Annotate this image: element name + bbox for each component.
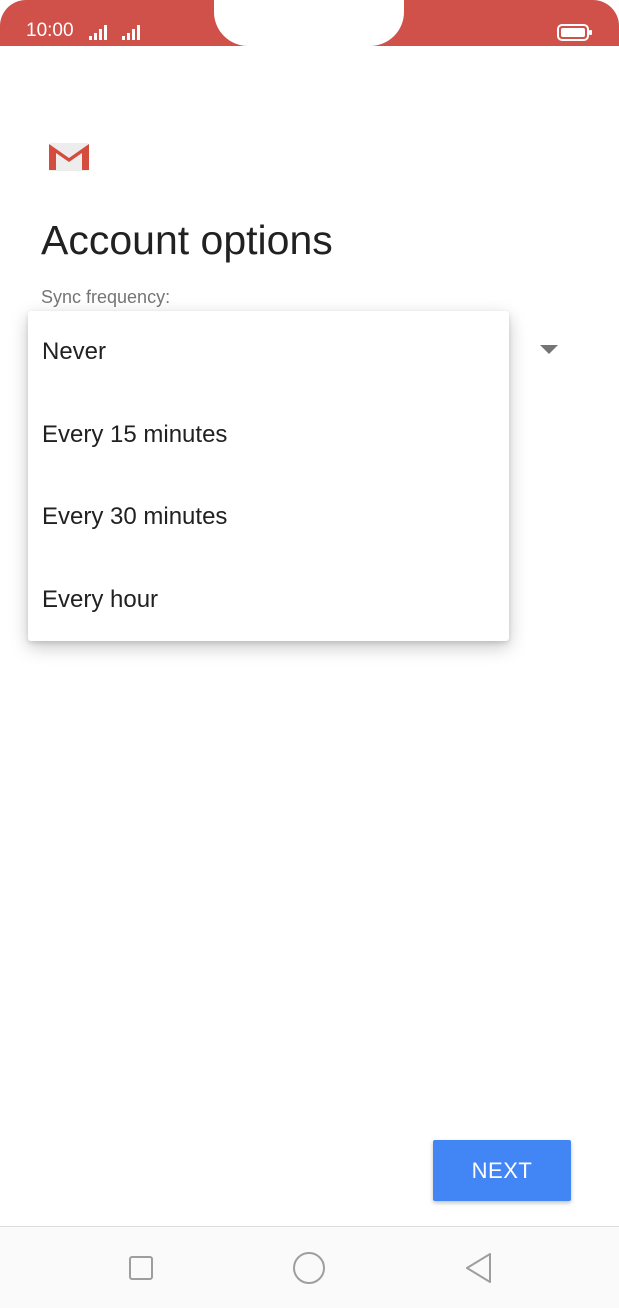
recents-icon[interactable] [124,1251,158,1285]
next-button[interactable]: NEXT [433,1140,571,1201]
display-notch [214,0,404,46]
option-every-15-minutes[interactable]: Every 15 minutes [28,394,509,477]
option-every-hour[interactable]: Every hour [28,559,509,642]
option-every-30-minutes[interactable]: Every 30 minutes [28,476,509,559]
sync-frequency-dropdown-menu: Never Every 15 minutes Every 30 minutes … [28,311,509,641]
option-never[interactable]: Never [28,311,509,394]
battery-icon [557,24,592,41]
status-time: 10:00 [26,20,74,41]
sync-frequency-label: Sync frequency: [41,287,171,307]
signal-icon [122,25,140,40]
page-title: Account options [41,217,333,263]
gmail-logo-icon [49,143,89,171]
status-bar: 10:00 [0,0,619,46]
signal-icon [89,25,107,40]
home-icon[interactable] [292,1251,326,1285]
back-icon[interactable] [462,1251,496,1285]
dropdown-arrow-icon[interactable] [540,345,558,354]
navigation-bar [0,1226,619,1308]
